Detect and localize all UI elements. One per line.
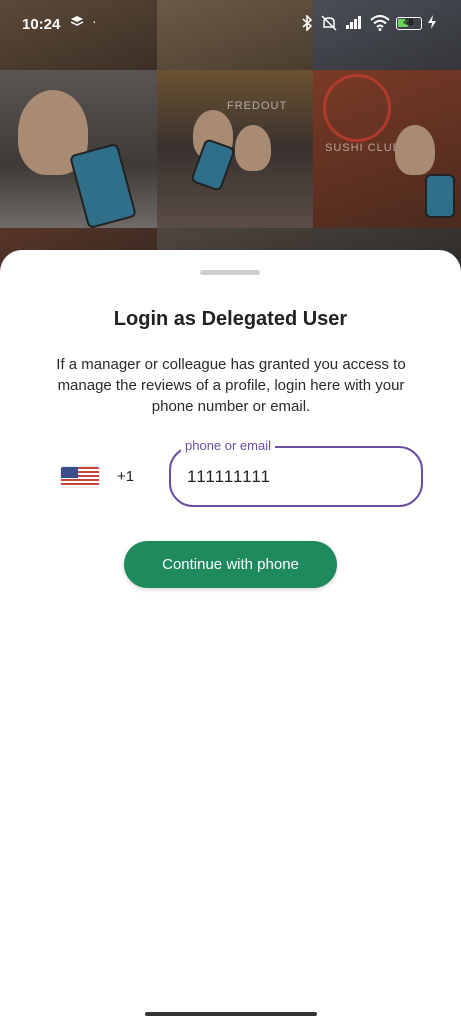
input-label: phone or email [181, 438, 275, 453]
continue-with-phone-button[interactable]: Continue with phone [124, 541, 337, 588]
status-time: 10:24 [22, 16, 61, 33]
charging-icon [428, 15, 436, 32]
sushi-club-logo [323, 74, 391, 142]
sheet-title: Login as Delegated User [113, 308, 348, 330]
signal-icon [345, 15, 363, 32]
collage-photo: FREDOUT [157, 70, 313, 228]
login-bottom-sheet: Login as Delegated User If a manager or … [0, 250, 461, 1024]
tile-caption: SUSHI CLUB [325, 142, 402, 154]
home-indicator[interactable] [145, 1012, 317, 1016]
us-flag-icon[interactable] [61, 467, 99, 487]
wifi-icon [370, 15, 390, 34]
tile-caption: FREDOUT [227, 100, 288, 112]
battery-level: 48 [403, 17, 414, 27]
battery-icon: 48 [396, 17, 422, 30]
drag-handle[interactable] [200, 270, 260, 275]
country-dial-code[interactable]: +1 [117, 468, 134, 485]
status-bar: 10:24 · 48 [0, 0, 461, 50]
bluetooth-icon [301, 14, 313, 34]
phone-or-email-field[interactable]: phone or email [169, 438, 423, 507]
mute-icon [320, 15, 338, 34]
dot-icon: · [92, 13, 97, 29]
collage-photo: SUSHI CLUB [313, 70, 461, 228]
phone-or-email-input[interactable] [185, 462, 409, 492]
collage-photo [0, 70, 157, 228]
layers-icon [70, 15, 84, 32]
flag-canton [61, 467, 78, 478]
sheet-description: If a manager or colleague has granted yo… [56, 356, 406, 415]
